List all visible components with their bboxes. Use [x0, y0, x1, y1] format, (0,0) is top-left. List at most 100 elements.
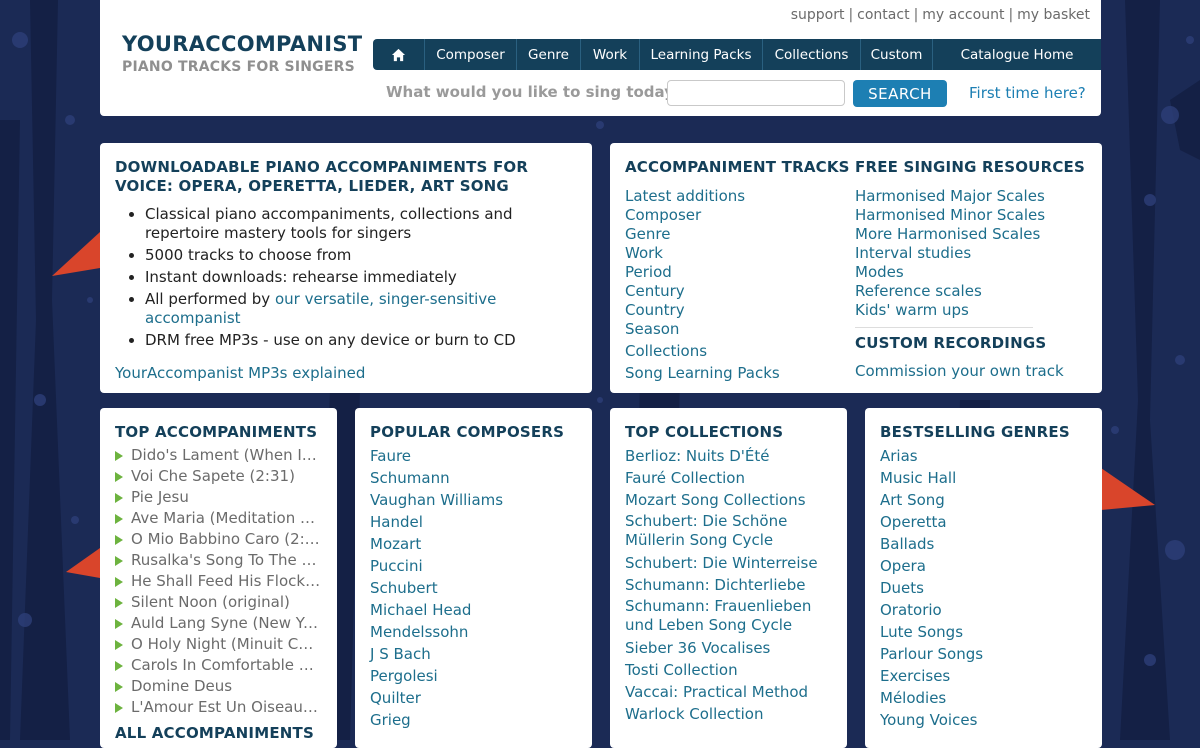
mp3s-explained-link[interactable]: YourAccompanist MP3s explained — [115, 364, 365, 382]
composer-link[interactable]: Mozart — [370, 533, 577, 555]
list-item[interactable]: Carols In Comfortable Keys — [115, 655, 321, 676]
collection-link[interactable]: Schubert: Die Winterreise — [625, 552, 832, 574]
intro-bullet: Classical piano accompaniments, collecti… — [145, 205, 577, 243]
contact-link[interactable]: contact — [857, 7, 909, 23]
genre-link[interactable]: Opera — [880, 555, 1087, 577]
separator: | — [913, 7, 919, 23]
collection-link[interactable]: Warlock Collection — [625, 703, 832, 725]
nav-custom[interactable]: Custom — [861, 39, 933, 70]
main-nav: Composer Genre Work Learning Packs Colle… — [373, 39, 1101, 70]
nav-work[interactable]: Work — [581, 39, 640, 70]
list-item[interactable]: He Shall Feed His Flock-Come unto Him — [115, 571, 321, 592]
collection-link[interactable]: Schumann: Frauenlieben und Leben Song Cy… — [625, 597, 832, 635]
collection-link[interactable]: Schumann: Dichterliebe — [625, 574, 832, 596]
list-item[interactable]: Rusalka's Song To The Moon — [115, 550, 321, 571]
search-button[interactable]: SEARCH — [853, 80, 947, 107]
harmonised-minor-link[interactable]: Harmonised Minor Scales — [855, 206, 1085, 225]
work-link[interactable]: Work — [625, 244, 850, 263]
logo-title[interactable]: YOURACCOMPANIST — [122, 32, 362, 56]
bullet-text: All performed by — [145, 290, 275, 308]
all-accompaniments-link[interactable]: ALL ACCOMPANIMENTS — [115, 724, 322, 742]
commission-track-link[interactable]: Commission your own track — [855, 362, 1085, 381]
genre-link[interactable]: Arias — [880, 445, 1087, 467]
composer-link[interactable]: J S Bach — [370, 643, 577, 665]
nav-composer[interactable]: Composer — [425, 39, 517, 70]
season-link[interactable]: Season — [625, 320, 850, 339]
harmonised-major-link[interactable]: Harmonised Major Scales — [855, 187, 1085, 206]
period-link[interactable]: Period — [625, 263, 850, 282]
composer-link[interactable]: Mendelssohn — [370, 621, 577, 643]
collection-link[interactable]: Vaccai: Practical Method — [625, 681, 832, 703]
list-item[interactable]: O Holy Night (Minuit Chrétiens) — [115, 634, 321, 655]
genre-link[interactable]: Ballads — [880, 533, 1087, 555]
list-item[interactable]: Dido's Lament (When I am laid in earth) — [115, 445, 321, 466]
modes-link[interactable]: Modes — [855, 263, 1085, 282]
support-link[interactable]: support — [791, 7, 845, 23]
composer-link[interactable]: Michael Head — [370, 599, 577, 621]
free-resources-section: FREE SINGING RESOURCES Harmonised Major … — [855, 158, 1085, 381]
composer-link[interactable]: Grieg — [370, 709, 577, 731]
composer-link[interactable]: Faure — [370, 445, 577, 467]
home-icon — [391, 48, 406, 61]
list-item[interactable]: Silent Noon (original) — [115, 592, 321, 613]
genre-link[interactable]: Music Hall — [880, 467, 1087, 489]
genre-link[interactable]: Operetta — [880, 511, 1087, 533]
collection-link[interactable]: Fauré Collection — [625, 467, 832, 489]
collection-link[interactable]: Tosti Collection — [625, 659, 832, 681]
genre-link[interactable]: Oratorio — [880, 599, 1087, 621]
genre-link[interactable]: Lute Songs — [880, 621, 1087, 643]
composer-link[interactable]: Pergolesi — [370, 665, 577, 687]
intro-bullets: Classical piano accompaniments, collecti… — [115, 205, 577, 350]
composer-link[interactable]: Composer — [625, 206, 850, 225]
collection-link[interactable]: Schubert: Die Schöne Müllerin Song Cycle — [625, 512, 832, 550]
free-resources-title: FREE SINGING RESOURCES — [855, 158, 1085, 176]
composer-link[interactable]: Quilter — [370, 687, 577, 709]
genre-link[interactable]: Art Song — [880, 489, 1087, 511]
reference-scales-link[interactable]: Reference scales — [855, 282, 1085, 301]
nav-catalogue-home[interactable]: Catalogue Home — [933, 39, 1101, 70]
nav-genre[interactable]: Genre — [517, 39, 581, 70]
list-item[interactable]: Ave Maria (Meditation on Bach) — [115, 508, 321, 529]
collection-link[interactable]: Mozart Song Collections — [625, 489, 832, 511]
nav-learning-packs[interactable]: Learning Packs — [640, 39, 763, 70]
nav-collections[interactable]: Collections — [763, 39, 861, 70]
country-link[interactable]: Country — [625, 301, 850, 320]
intro-bullet: All performed by our versatile, singer-s… — [145, 290, 577, 328]
composer-link[interactable]: Schubert — [370, 577, 577, 599]
collections-link[interactable]: Collections — [625, 342, 850, 361]
list-item[interactable]: Voi Che Sapete (2:31) — [115, 466, 321, 487]
logo-subtitle: PIANO TRACKS FOR SINGERS — [122, 59, 355, 75]
custom-recordings-title: CUSTOM RECORDINGS — [855, 334, 1047, 352]
latest-additions-link[interactable]: Latest additions — [625, 187, 850, 206]
my-account-link[interactable]: my account — [922, 7, 1004, 23]
popular-composers-title: POPULAR COMPOSERS — [370, 423, 565, 441]
genre-link[interactable]: Parlour Songs — [880, 643, 1087, 665]
list-item[interactable]: O Mio Babbino Caro (2:21) — [115, 529, 321, 550]
composer-link[interactable]: Vaughan Williams — [370, 489, 577, 511]
collection-link[interactable]: Sieber 36 Vocalises — [625, 637, 832, 659]
interval-studies-link[interactable]: Interval studies — [855, 244, 1085, 263]
genre-link[interactable]: Genre — [625, 225, 850, 244]
genre-link[interactable]: Duets — [880, 577, 1087, 599]
song-learning-packs-link[interactable]: Song Learning Packs — [625, 364, 850, 383]
composer-link[interactable]: Handel — [370, 511, 577, 533]
nav-home[interactable] — [373, 39, 425, 70]
century-link[interactable]: Century — [625, 282, 850, 301]
genre-link[interactable]: Young Voices — [880, 709, 1087, 731]
list-item[interactable]: Domine Deus — [115, 676, 321, 697]
intro-panel: DOWNLOADABLE PIANO ACCOMPANIMENTS FOR VO… — [100, 143, 592, 393]
first-time-link[interactable]: First time here? — [969, 84, 1086, 102]
composer-link[interactable]: Schumann — [370, 467, 577, 489]
genre-link[interactable]: Exercises — [880, 665, 1087, 687]
my-basket-link[interactable]: my basket — [1017, 7, 1090, 23]
list-item[interactable]: Auld Lang Syne (New Year) — [115, 613, 321, 634]
genre-link[interactable]: Mélodies — [880, 687, 1087, 709]
collection-link[interactable]: Berlioz: Nuits D'Été — [625, 445, 832, 467]
more-harmonised-link[interactable]: More Harmonised Scales — [855, 225, 1085, 244]
list-item[interactable]: Pie Jesu — [115, 487, 321, 508]
kids-warm-ups-link[interactable]: Kids' warm ups — [855, 301, 1085, 320]
accompaniment-tracks-section: ACCOMPANIMENT TRACKS Latest additions Co… — [625, 158, 850, 383]
search-input[interactable] — [667, 80, 845, 106]
list-item[interactable]: L'Amour Est Un Oiseau Rebelle — [115, 697, 321, 718]
composer-link[interactable]: Puccini — [370, 555, 577, 577]
